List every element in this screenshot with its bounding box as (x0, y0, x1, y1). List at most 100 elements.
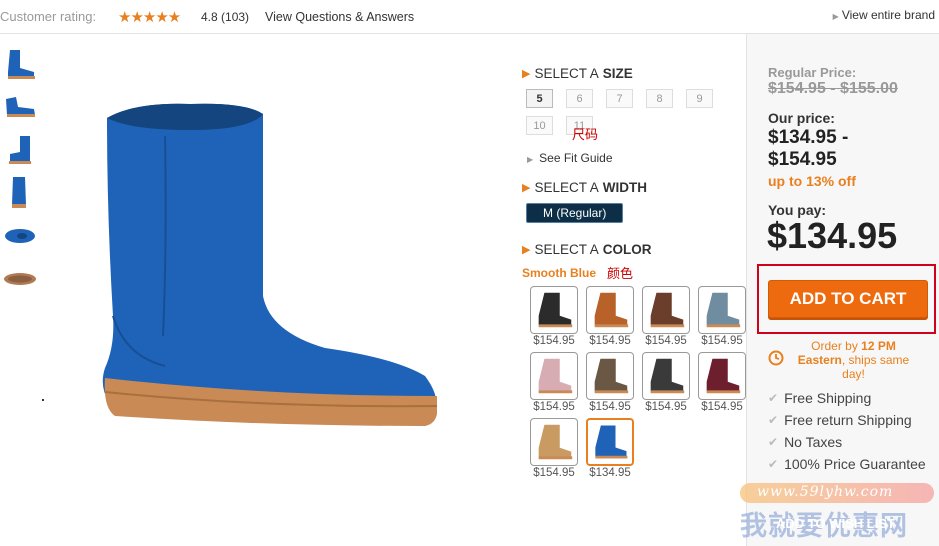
size-heading: ▶ SELECT A SIZE (522, 66, 744, 81)
width-heading-bold: WIDTH (602, 180, 648, 195)
rating-label: Customer rating: (0, 9, 97, 24)
check-icon: ✔ (768, 413, 779, 427)
color-swatch[interactable]: $154.95 (526, 352, 582, 413)
our-price: $134.95 - $154.95 (768, 127, 849, 170)
check-icon: ✔ (768, 435, 779, 449)
swatch-price: $154.95 (533, 401, 575, 413)
perk-label: No Taxes (784, 434, 843, 450)
swatch-boot-image (642, 286, 690, 334)
add-to-wish-list-link[interactable]: ADD TO WISH LIST (776, 516, 895, 531)
triangle-right-icon: ▶ (832, 12, 839, 21)
rating-stars-icon: ★★★★★ (118, 9, 181, 26)
swatch-price: $134.95 (589, 467, 631, 479)
swatch-price: $154.95 (589, 401, 631, 413)
color-swatch[interactable]: $154.95 (638, 352, 694, 413)
size-option-9[interactable]: 9 (686, 89, 713, 108)
color-swatch[interactable]: $154.95 (694, 352, 750, 413)
thumbnail-list (2, 46, 42, 304)
perk-label: Free Shipping (784, 390, 872, 406)
size-option-8[interactable]: 8 (646, 89, 673, 108)
size-annotation: 尺码 (572, 128, 599, 143)
thumbnail-sole[interactable] (2, 261, 38, 297)
color-heading-bold: COLOR (602, 242, 652, 257)
perk-item: ✔ No Taxes (768, 434, 933, 450)
brand-link[interactable]: ▶ View entire brand (833, 8, 935, 22)
color-swatch[interactable]: $154.95 (582, 286, 638, 347)
color-swatches: $154.95 $154.95 $154.95 $154.95 $154.95 $154.… (526, 286, 756, 484)
color-heading-prefix: SELECT A (534, 242, 599, 257)
our-price-label: Our price: (768, 110, 835, 126)
size-options: 5 6 7 8 9 10 11 (522, 89, 744, 143)
color-swatch[interactable]: $154.95 (638, 286, 694, 347)
brand-link-label: View entire brand (841, 8, 935, 22)
color-swatch[interactable]: $134.95 (582, 418, 638, 479)
swatch-price: $154.95 (701, 335, 743, 347)
order-suffix: , ships same day! (841, 353, 910, 381)
savings-text: up to 13% off (768, 173, 856, 189)
width-heading: ▶ SELECT A WIDTH (522, 180, 744, 195)
rating-bar: Customer rating: ★★★★★ 4.8 (103) View Qu… (0, 0, 939, 34)
swatch-boot-image (586, 418, 634, 466)
regular-price-label: Regular Price: (768, 65, 857, 80)
swatch-boot-image (698, 286, 746, 334)
size-option-5[interactable]: 5 (526, 89, 553, 108)
color-swatch[interactable]: $154.95 (526, 286, 582, 347)
width-option-regular[interactable]: M (Regular) (526, 203, 624, 223)
color-swatch[interactable]: $154.95 (526, 418, 582, 479)
swatch-price: $154.95 (701, 401, 743, 413)
color-swatch[interactable]: $154.95 (694, 286, 750, 347)
watermark-url: www.59lyhw.com (757, 484, 894, 500)
width-heading-prefix: SELECT A (534, 180, 599, 195)
stray-dot (42, 399, 44, 401)
color-heading: ▶ SELECT A COLOR (522, 242, 744, 257)
swatch-boot-image (586, 286, 634, 334)
swatch-boot-image (530, 352, 578, 400)
thumbnail-back[interactable] (2, 175, 38, 211)
price-panel: Regular Price: $154.95 - $155.00 Our pri… (746, 34, 939, 546)
add-to-cart-button[interactable]: ADD TO CART (768, 280, 928, 318)
order-prefix: Order by (811, 339, 858, 353)
clock-icon (768, 350, 784, 366)
color-annotation: 颜色 (607, 267, 634, 282)
swatch-price: $154.95 (533, 467, 575, 479)
pay-price: $134.95 (767, 215, 898, 256)
thumbnail-front[interactable] (2, 132, 38, 168)
product-main-image[interactable] (95, 96, 450, 436)
qa-link[interactable]: View Questions & Answers (265, 10, 414, 24)
swatch-boot-image (698, 352, 746, 400)
option-selection-panel: ▶ SELECT A SIZE 5 6 7 8 9 10 11 尺码 ▶ See … (522, 66, 746, 484)
rating-score[interactable]: 4.8 (103) (201, 10, 249, 24)
swatch-boot-image (530, 418, 578, 466)
size-option-7[interactable]: 7 (606, 89, 633, 108)
perk-item: ✔ Free return Shipping (768, 412, 933, 428)
perk-label: 100% Price Guarantee (784, 456, 926, 472)
triangle-right-icon: ▶ (527, 155, 534, 164)
selected-color-row: Smooth Blue 颜色 (522, 263, 744, 283)
perk-label: Free return Shipping (784, 412, 912, 428)
swatch-boot-image (530, 286, 578, 334)
thumbnail-side[interactable] (2, 46, 38, 82)
perk-list: ✔ Free Shipping ✔ Free return Shipping ✔ No… (768, 390, 933, 478)
regular-price: $154.95 - $155.00 (768, 80, 898, 97)
perk-item: ✔ Free Shipping (768, 390, 933, 406)
size-heading-bold: SIZE (602, 66, 633, 81)
swatch-price: $154.95 (645, 335, 687, 347)
triangle-right-icon: ▶ (522, 244, 531, 256)
swatch-price: $154.95 (589, 335, 631, 347)
check-icon: ✔ (768, 391, 779, 405)
thumbnail-top[interactable] (2, 218, 38, 254)
selected-color-name: Smooth Blue (522, 265, 596, 280)
rating-score-value: 4.8 (201, 10, 218, 24)
size-option-6[interactable]: 6 (566, 89, 593, 108)
fit-guide-link[interactable]: ▶ See Fit Guide (527, 151, 744, 165)
color-swatch[interactable]: $154.95 (582, 352, 638, 413)
perk-item: ✔ 100% Price Guarantee (768, 456, 933, 472)
triangle-right-icon: ▶ (522, 182, 531, 194)
size-heading-prefix: SELECT A (534, 66, 599, 81)
swatch-boot-image (586, 352, 634, 400)
check-icon: ✔ (768, 457, 779, 471)
order-cutoff-text: Order by 12 PM Eastern, ships same day! (791, 339, 916, 381)
size-option-10[interactable]: 10 (526, 116, 553, 135)
thumbnail-angle[interactable] (2, 89, 38, 125)
swatch-price: $154.95 (645, 401, 687, 413)
